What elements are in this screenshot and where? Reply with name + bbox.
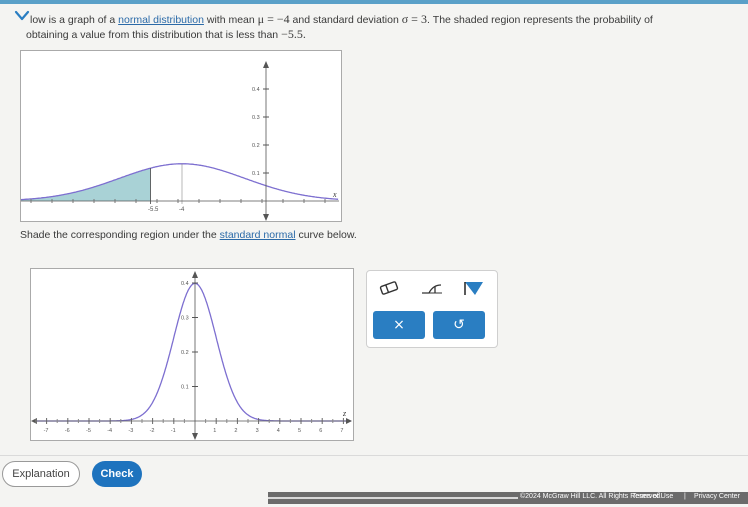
undo-button[interactable]: ↺ (433, 311, 485, 339)
question-text: low is a graph of a normal distribution … (26, 12, 720, 42)
question-line2: obtaining a value from this distribution… (26, 27, 720, 42)
y-tick-label: 0.3 (252, 115, 260, 121)
y-axis-arrow (263, 61, 269, 68)
y-axis-down-arrow (263, 214, 269, 221)
y-tick-label: 0.2 (181, 350, 189, 356)
x-label-mean: -4 (179, 207, 185, 213)
eraser-tool-button[interactable] (376, 279, 402, 297)
y-tick-label: 0.1 (252, 171, 260, 177)
z-tick-label: -3 (128, 428, 133, 434)
one-sided-region-tool-button[interactable] (419, 279, 445, 297)
z-tick-label: 5 (298, 428, 301, 434)
mean-expression: μ = −4 (257, 12, 290, 26)
z-tick-label: -5 (86, 428, 91, 434)
threshold-value: −5.5. (281, 27, 306, 41)
z-tick-label: 3 (256, 428, 259, 434)
section-divider (0, 455, 748, 456)
question-suffix: . The shaded region represents the proba… (426, 14, 653, 26)
x-label-shade: -5.5 (148, 207, 159, 213)
check-button[interactable]: Check (92, 461, 142, 487)
top-accent-bar (0, 0, 748, 4)
y-tick-label: 0.2 (252, 143, 260, 149)
shade-fill-tool-button[interactable] (461, 279, 487, 297)
y-tick-label: 0.3 (181, 316, 189, 322)
normal-distribution-link[interactable]: normal distribution (118, 14, 204, 26)
instruction-suffix: curve below. (298, 229, 357, 241)
question-prefix: low is a graph of a (30, 14, 116, 26)
z-tick-label: -7 (44, 428, 49, 434)
shaded-region (21, 168, 151, 201)
z-tick-label: 4 (277, 428, 280, 434)
sd-expression: σ = 3 (401, 12, 427, 26)
instruction-prefix: Shade the corresponding region under the (20, 229, 217, 241)
question-line2-text: obtaining a value from this distribution… (26, 29, 279, 41)
instruction-text: Shade the corresponding region under the… (20, 229, 357, 241)
question-mid2: and standard deviation (292, 14, 399, 26)
given-distribution-graph: 0.4 0.3 0.2 0.1 x -5.5 -4 (20, 50, 342, 222)
y-tick-label: 0.1 (181, 385, 189, 391)
z-tick-label: -4 (107, 428, 112, 434)
z-axis-right-arrow (346, 418, 352, 424)
y-tick-label: 0.4 (181, 281, 189, 287)
z-tick-label: 1 (213, 428, 216, 434)
privacy-center-link[interactable]: Privacy Center (694, 493, 740, 500)
y-tick-label: 0.4 (252, 87, 260, 93)
eraser-icon (379, 281, 399, 295)
footer: ©2024 McGraw Hill LLC. All Rights Reserv… (0, 492, 748, 504)
y-axis-down-arrow (192, 433, 198, 440)
question-mid1: with mean (206, 14, 255, 26)
z-axis-label: z (342, 409, 347, 418)
z-tick-label: 7 (340, 428, 343, 434)
chevron-down-icon[interactable] (14, 9, 30, 23)
standard-normal-svg[interactable]: 0.4 0.3 0.2 0.1 -7 -6 -5 -4 -3 -2 -1 1 2 3 4 5 6 7 z (31, 269, 355, 440)
given-distribution-svg: 0.4 0.3 0.2 0.1 x -5.5 -4 (20, 61, 339, 221)
shade-fill-icon (464, 282, 483, 295)
one-sided-region-icon (422, 284, 442, 294)
z-tick-label: 6 (319, 428, 322, 434)
shading-tool-panel: × ↺ (366, 270, 498, 348)
standard-normal-graph[interactable]: 0.4 0.3 0.2 0.1 -7 -6 -5 -4 -3 -2 -1 1 2 3 4 5 6 7 z (30, 268, 355, 441)
footer-scroll-indicator (268, 497, 518, 499)
normal-curve (20, 163, 339, 201)
y-axis-arrow (192, 271, 198, 278)
x-axis-label: x (332, 190, 337, 199)
z-tick-label: -2 (150, 428, 155, 434)
z-tick-label: -6 (65, 428, 70, 434)
standard-normal-link[interactable]: standard normal (220, 229, 296, 241)
clear-button[interactable]: × (373, 311, 425, 339)
z-tick-label: -1 (171, 428, 176, 434)
explanation-button[interactable]: Explanation (2, 461, 80, 487)
terms-of-use-link[interactable]: Terms of Use (632, 493, 673, 500)
footer-separator: | (684, 493, 686, 500)
z-tick-label: 2 (234, 428, 237, 434)
